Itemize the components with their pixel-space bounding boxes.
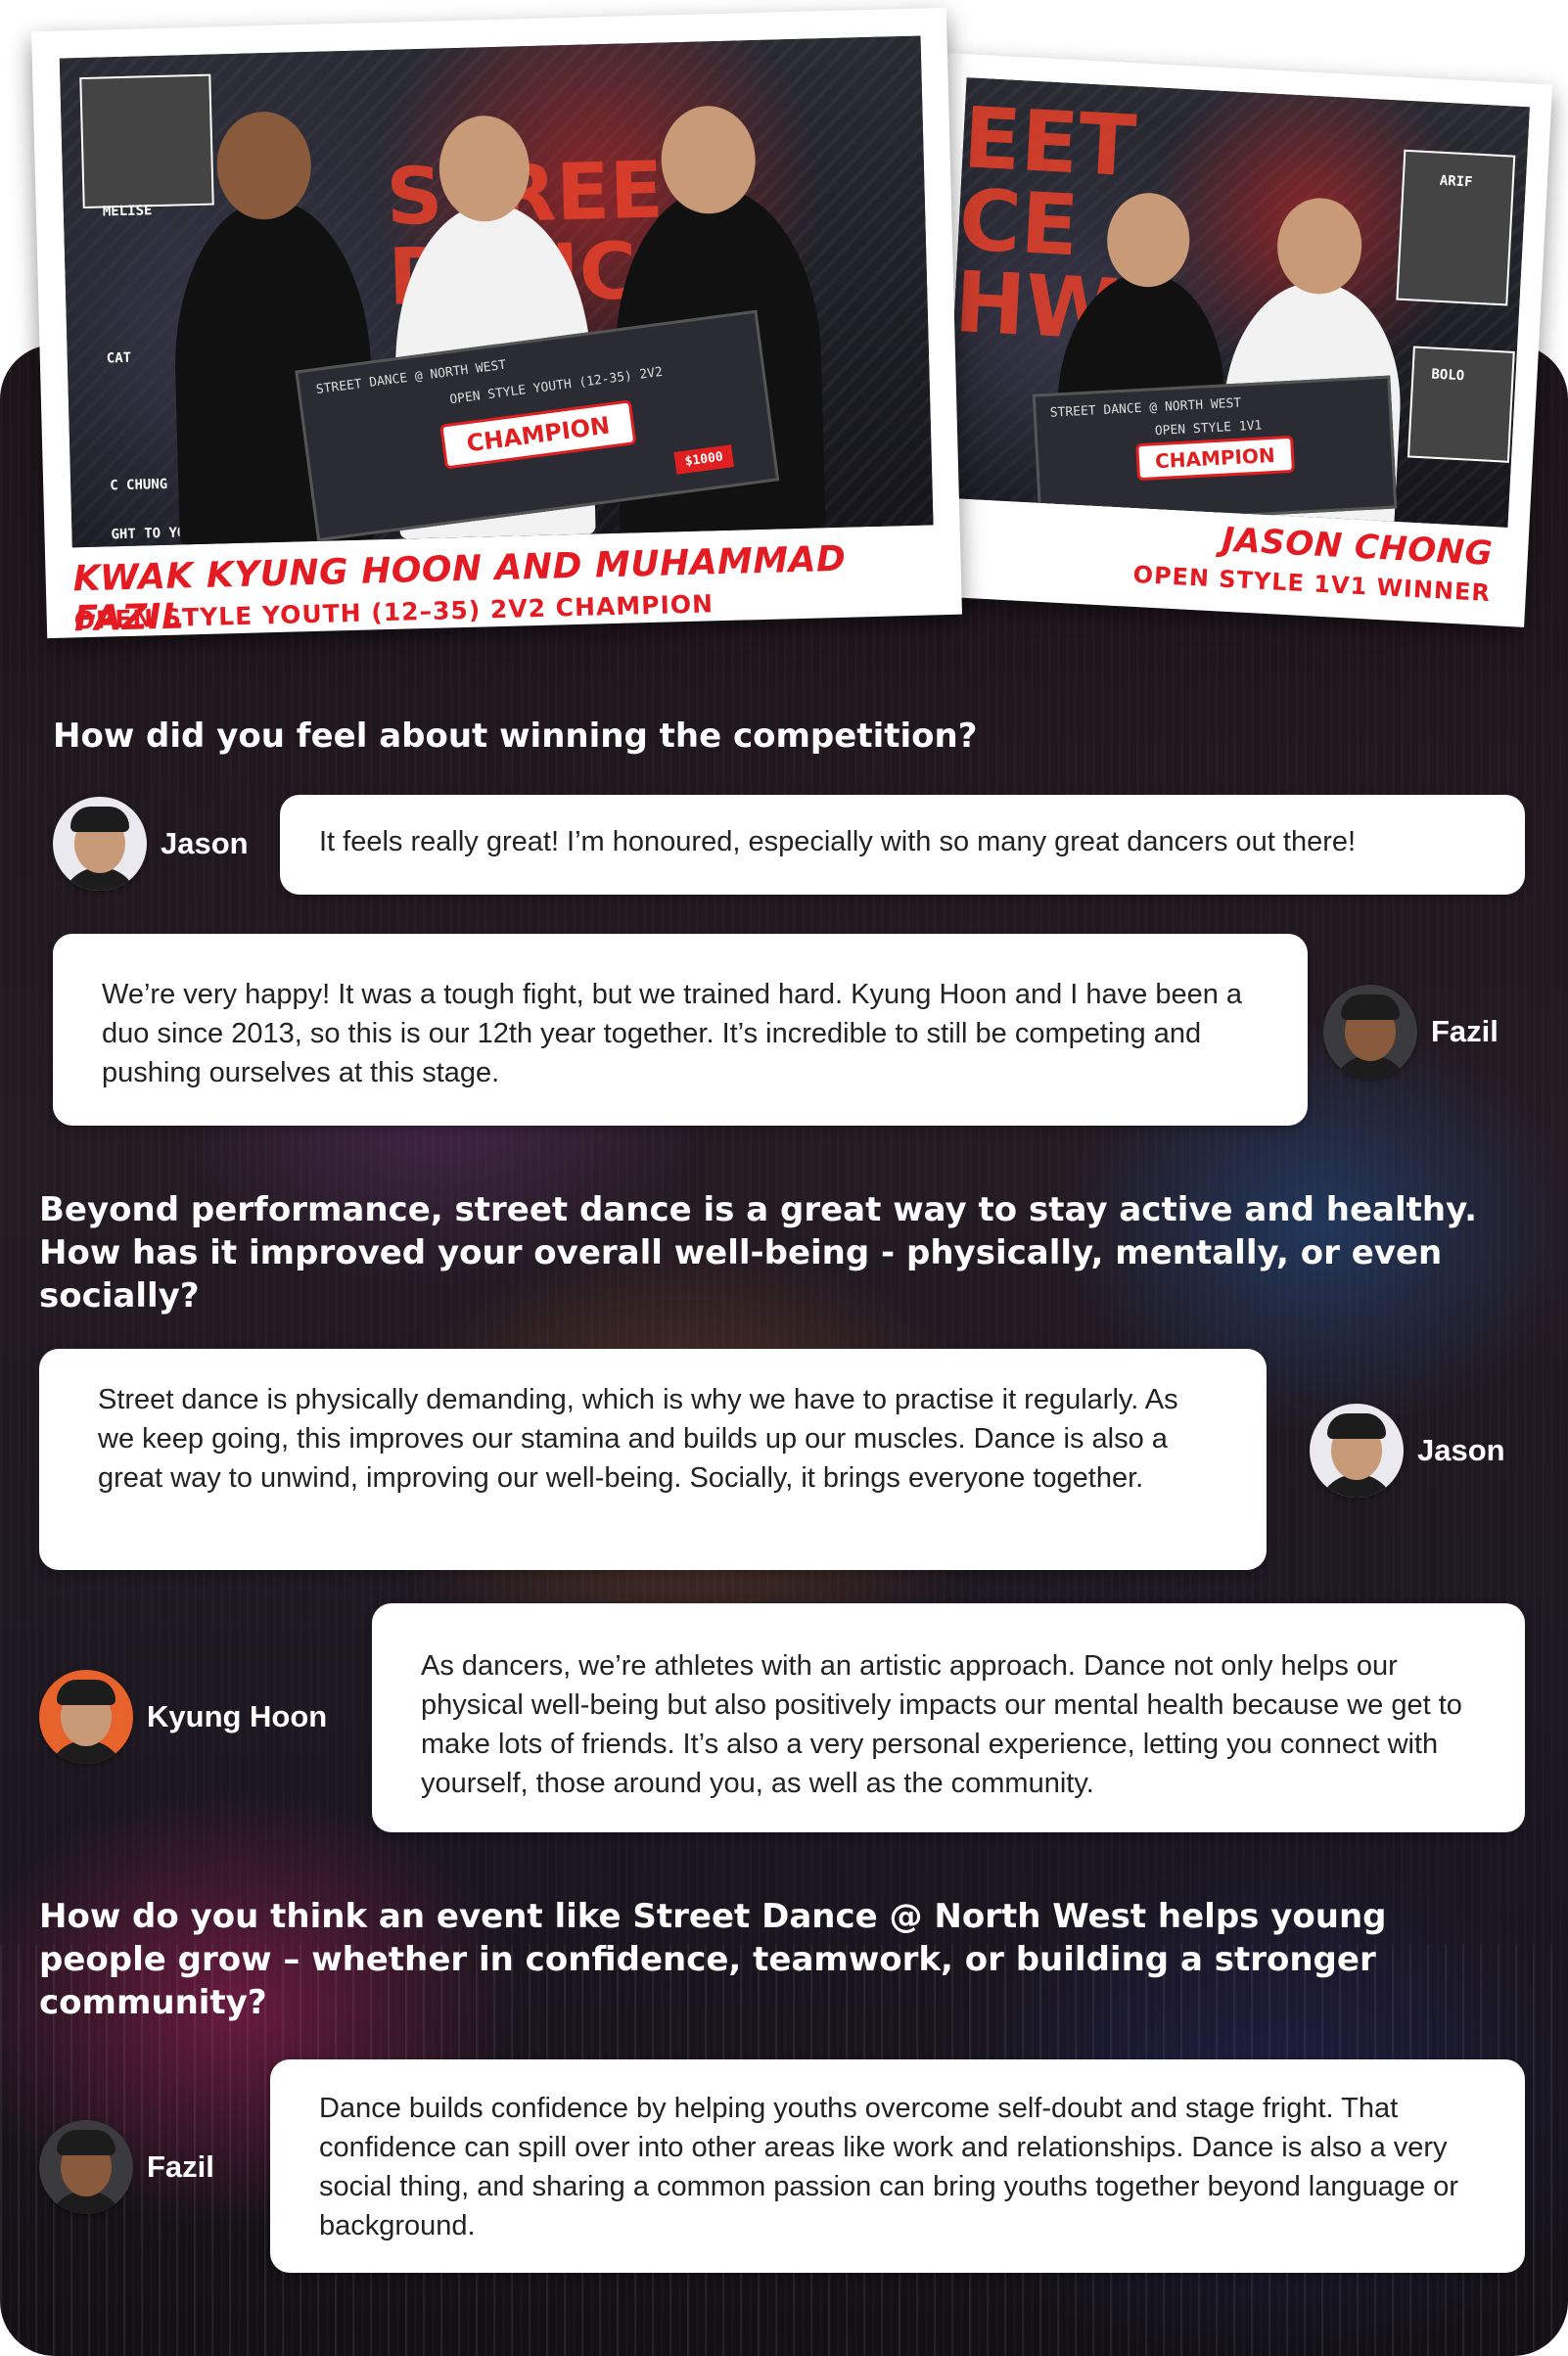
avatar xyxy=(39,1670,133,1764)
champion-label: CHAMPION xyxy=(439,398,637,470)
photo-kwak-and-fazil: STREETDANCE MELISE CAT C CHUNG GHT TO YO… xyxy=(59,35,934,548)
speaker-jason: Jason xyxy=(53,797,249,891)
side-card xyxy=(79,73,214,209)
speaker-name: Jason xyxy=(1417,1433,1505,1467)
polaroid-kwak-and-fazil: STREETDANCE MELISE CAT C CHUNG GHT TO YO… xyxy=(31,7,962,639)
answer-text: As dancers, we’re athletes with an artis… xyxy=(421,1650,1462,1799)
answer-text: It feels really great! I’m honoured, esp… xyxy=(319,826,1357,857)
side-name: CAT xyxy=(106,349,132,367)
speaker-name: Jason xyxy=(161,826,249,860)
avatar xyxy=(1323,985,1417,1079)
answer-bubble: Dance builds confidence by helping youth… xyxy=(270,2059,1525,2273)
champion-label: CHAMPION xyxy=(1135,435,1295,481)
avatar xyxy=(1310,1404,1404,1498)
question-heading: How did you feel about winning the compe… xyxy=(53,716,978,756)
side-name: BOLO xyxy=(1431,366,1465,385)
side-card xyxy=(1407,346,1515,463)
speaker-fazil: Fazil xyxy=(39,2120,214,2214)
answer-bubble: It feels really great! I’m honoured, esp… xyxy=(280,795,1525,895)
champion-check: STREET DANCE @ NORTH WEST OPEN STYLE 1V1… xyxy=(1032,375,1398,528)
answer-text: We’re very happy! It was a tough fight, … xyxy=(102,979,1243,1088)
answer-bubble: Street dance is physically demanding, wh… xyxy=(39,1349,1267,1570)
question-heading: How do you think an event like Street Da… xyxy=(39,1897,1387,2022)
prize-amount: $1000 xyxy=(673,444,735,475)
speaker-jason: Jason xyxy=(1310,1404,1505,1498)
side-name: MELISE xyxy=(102,203,153,220)
side-name: ARIF xyxy=(1439,172,1473,191)
avatar xyxy=(53,797,147,891)
answer-text: Street dance is physically demanding, wh… xyxy=(98,1384,1178,1494)
speaker-name: Fazil xyxy=(1431,1014,1499,1048)
photo-caption-title: JASON CHONG xyxy=(1221,520,1494,575)
answer-bubble: We’re very happy! It was a tough fight, … xyxy=(53,934,1308,1126)
speaker-name: Kyung Hoon xyxy=(147,1699,328,1733)
polaroid-jason-chong: EET CE @ HW ARIF BOLO STREET DANCE @ NORTH… xyxy=(917,53,1553,627)
side-name: C CHUNG xyxy=(110,476,168,494)
avatar xyxy=(39,2120,133,2214)
photo-jason-chong: EET CE @ HW ARIF BOLO STREET DANCE @ NORTH… xyxy=(945,77,1530,528)
question-heading: Beyond performance, street dance is a gr… xyxy=(39,1190,1478,1316)
speaker-kyung-hoon: Kyung Hoon xyxy=(39,1670,327,1764)
speaker-name: Fazil xyxy=(147,2149,214,2184)
answer-text: Dance builds confidence by helping youth… xyxy=(319,2093,1458,2241)
speaker-fazil: Fazil xyxy=(1323,985,1499,1079)
answer-bubble: As dancers, we’re athletes with an artis… xyxy=(372,1603,1525,1832)
